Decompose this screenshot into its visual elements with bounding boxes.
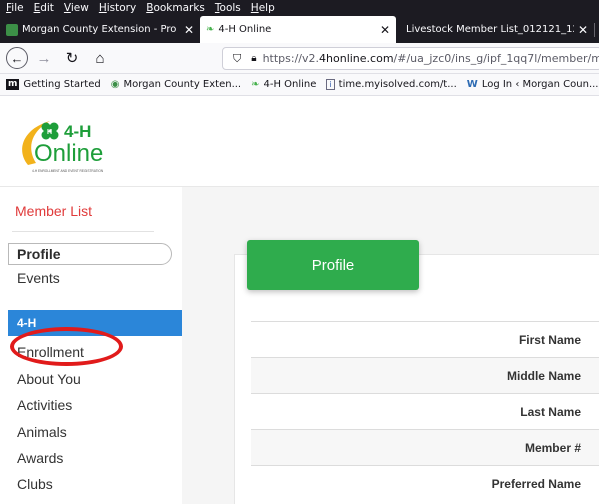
menu-tools[interactable]: Tools [215,2,241,14]
shield-icon[interactable]: ⛉ [233,52,241,66]
county-seal-icon [6,23,18,36]
sidebar-divider [12,231,154,232]
url-path: /#/ua_jzc0/ins_g/ipf_1qq7l/member/m [393,52,599,65]
field-member-number: Member # [251,429,599,465]
menu-file[interactable]: File [6,2,24,14]
bookmarks-bar: m Getting Started ◉ Morgan County Exten.… [0,74,599,96]
url-domain: 4honline.com [319,52,394,65]
lock-icon[interactable]: 🔒︎ [251,53,256,64]
bookmark-label: Log In ‹ Morgan Coun... [481,79,599,90]
sidebar-item-clubs[interactable]: Clubs [17,476,53,492]
home-icon[interactable]: ⌂ [88,46,112,70]
menu-bookmarks[interactable]: Bookmarks [146,2,205,14]
bookmark-getting-started[interactable]: m Getting Started [6,79,101,90]
menu-history[interactable]: History [99,2,136,14]
county-seal-icon: ◉ [110,79,120,90]
tab-strip: Morgan County Extension - Pro ✕ ❧ 4-H On… [0,16,599,43]
sidebar-item-events[interactable]: Events [17,270,60,286]
tab-separator [594,22,595,37]
m-logo-icon: m [6,79,20,90]
bookmark-label: 4-H Online [263,79,317,90]
annotation-circle [10,327,123,366]
tab-morgan-county[interactable]: Morgan County Extension - Pro ✕ [0,16,200,43]
tab-label: Morgan County Extension - Pro [22,24,177,35]
clover-icon: ❧ [251,79,260,90]
wordpress-icon: W [466,79,478,90]
profile-tab-button[interactable]: Profile [247,240,419,290]
menu-bar: File Edit View History Bookmarks Tools H… [0,0,599,16]
logo-online-text: Online [34,140,103,167]
page-content: H 4-H Online 4-H ENROLLMENT AND EVENT RE… [0,97,599,504]
close-icon[interactable]: ✕ [578,23,588,37]
url-prefix: https://v2. [262,52,320,65]
menu-edit[interactable]: Edit [34,2,54,14]
member-list-link[interactable]: Member List [15,203,92,219]
bookmark-morgan-county[interactable]: ◉ Morgan County Exten... [111,79,241,90]
sidebar-item-profile[interactable]: Profile [8,243,172,265]
bookmark-login[interactable]: W Log In ‹ Morgan Coun... [467,79,599,90]
bookmark-myisolved[interactable]: i time.myisolved.com/t... [326,79,457,90]
field-preferred-name: Preferred Name [251,465,599,501]
bookmark-label: Morgan County Exten... [123,79,242,90]
sidebar-item-about-you[interactable]: About You [17,371,81,387]
sidebar-item-animals[interactable]: Animals [17,424,67,440]
sidebar-item-awards[interactable]: Awards [17,450,63,466]
bookmark-label: time.myisolved.com/t... [338,79,457,90]
bookmark-label: Getting Started [23,79,101,90]
forward-icon[interactable]: → [32,46,56,70]
tab-livestock-list[interactable]: Livestock Member List_012121_120( ✕ [396,16,594,43]
site-header: H 4-H Online 4-H ENROLLMENT AND EVENT RE… [0,97,599,187]
menu-view[interactable]: View [64,2,89,14]
bookmark-4h-online[interactable]: ❧ 4-H Online [251,79,316,90]
4h-online-logo[interactable]: H 4-H Online 4-H ENROLLMENT AND EVENT RE… [14,115,134,177]
field-last-name: Last Name [251,393,599,429]
field-first-name: First Name [251,321,599,357]
logo-4h-text: 4-H [64,122,91,141]
menu-help[interactable]: Help [251,2,275,14]
field-middle-name: Middle Name [251,357,599,393]
url-bar[interactable]: ⛉ 🔒︎ https://v2. 4honline.com/#/ua_jzc0/i… [222,47,599,70]
reload-icon[interactable]: ↻ [60,46,84,70]
svg-text:H: H [47,129,52,136]
navigation-bar: ← → ↻ ⌂ ⛉ 🔒︎ https://v2. 4honline.com/#/u… [0,43,599,74]
clover-icon: ❧ [206,24,215,35]
tab-label: 4-H Online [218,24,272,35]
info-icon: i [326,79,335,90]
back-icon[interactable]: ← [6,47,28,69]
close-icon[interactable]: ✕ [380,23,390,37]
logo-tagline: 4-H ENROLLMENT AND EVENT REGISTRATION [32,169,104,173]
close-icon[interactable]: ✕ [184,23,194,37]
sidebar-item-activities[interactable]: Activities [17,397,72,413]
tab-label: Livestock Member List_012121_120( [406,24,574,35]
tab-4h-online[interactable]: ❧ 4-H Online ✕ [200,16,396,43]
